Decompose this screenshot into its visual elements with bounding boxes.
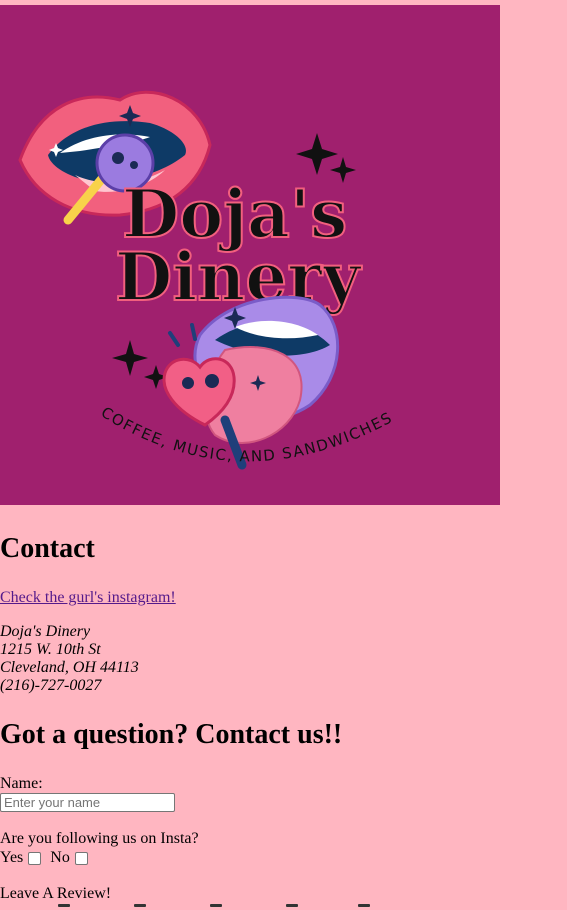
review-star-2[interactable]	[134, 904, 146, 907]
name-input[interactable]	[0, 793, 175, 812]
review-star-1[interactable]	[58, 904, 70, 907]
no-label: No	[50, 849, 70, 866]
review-rating-row	[58, 904, 378, 910]
address-name: Doja's Dinery	[0, 623, 91, 640]
name-label: Name:	[0, 775, 43, 792]
yes-checkbox[interactable]	[28, 851, 42, 865]
review-label: Leave A Review!	[0, 885, 112, 902]
address-block: Doja's Dinery 1215 W. 10th St Cleveland,…	[0, 623, 139, 695]
address-street: 1215 W. 10th St	[0, 641, 101, 658]
yes-label: Yes	[0, 849, 24, 866]
instagram-link[interactable]: Check the gurl's instagram!	[0, 589, 176, 607]
review-star-5[interactable]	[358, 904, 370, 907]
insta-follow-options: Yes No	[0, 849, 92, 867]
dojas-dinery-logo: Doja's Dinery COFFEE, MUSIC, AND SANDWIC…	[0, 5, 500, 505]
contact-heading: Contact	[0, 533, 95, 564]
review-star-3[interactable]	[210, 904, 222, 907]
no-checkbox[interactable]	[74, 851, 88, 865]
review-star-4[interactable]	[286, 904, 298, 907]
logo-title-line2: Dinery	[115, 238, 362, 316]
insta-question-label: Are you following us on Insta?	[0, 830, 199, 847]
address-city: Cleveland, OH 44113	[0, 659, 139, 676]
contact-form-heading: Got a question? Contact us!!	[0, 719, 343, 750]
address-phone: (216)-727-0027	[0, 677, 102, 694]
